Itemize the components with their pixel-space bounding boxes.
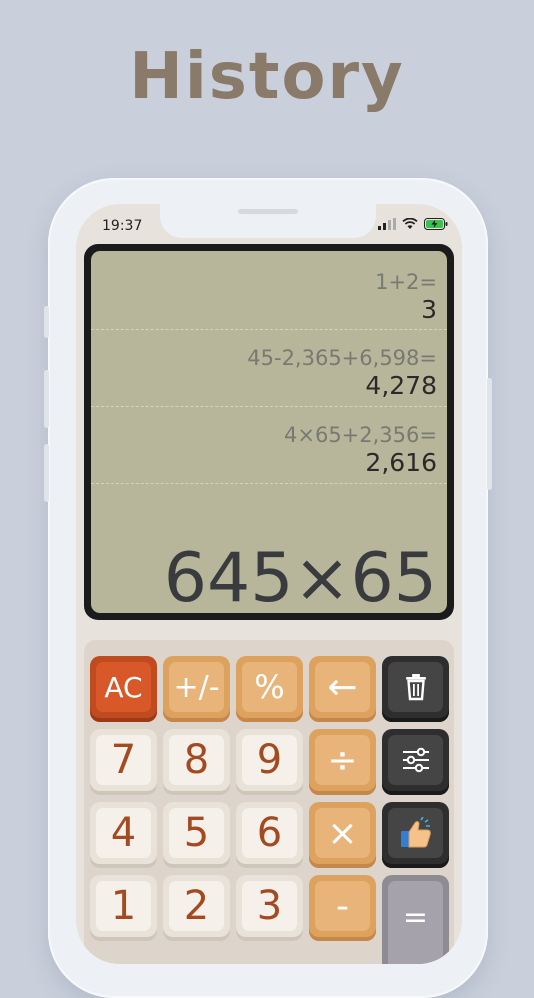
sliders-icon: [402, 747, 429, 773]
history-expression: 4×65+2,356=: [284, 423, 437, 447]
history-expression: 1+2=: [375, 270, 437, 294]
minus-label: -: [315, 881, 370, 931]
digit-label: 3: [242, 881, 297, 931]
lcd-display: 1+2= 3 45-2,365+6,598= 4,278 4×65+2,356=…: [91, 251, 447, 613]
status-icons: [378, 218, 448, 230]
multiply-button[interactable]: ×: [309, 802, 376, 868]
rate-app-button[interactable]: [382, 802, 449, 868]
clear-button[interactable]: AC: [90, 656, 157, 722]
keypad: AC +/- % ← 7 8 9 ÷ 4 5 6 × 1 2 3 - =: [84, 640, 454, 964]
current-expression: 645×65: [163, 539, 437, 614]
clear-button-label: AC: [96, 662, 151, 712]
backspace-label: ←: [315, 662, 370, 712]
history-result: 4,278: [365, 371, 437, 400]
divide-label: ÷: [315, 735, 370, 785]
digit-9-button[interactable]: 9: [236, 729, 303, 795]
digit-4-button[interactable]: 4: [90, 802, 157, 868]
history-result: 2,616: [365, 448, 437, 477]
minus-button[interactable]: -: [309, 875, 376, 941]
digit-label: 2: [169, 881, 224, 931]
plus-minus-label: +/-: [169, 662, 224, 712]
history-divider: [91, 329, 447, 330]
mute-switch: [44, 306, 49, 338]
settings-button[interactable]: [382, 729, 449, 795]
equals-button[interactable]: =: [382, 875, 449, 964]
display-frame: 1+2= 3 45-2,365+6,598= 4,278 4×65+2,356=…: [84, 244, 454, 620]
volume-up-button: [44, 370, 49, 428]
percent-label: %: [242, 662, 297, 712]
percent-button[interactable]: %: [236, 656, 303, 722]
battery-charging-icon: [424, 218, 448, 230]
power-button: [487, 378, 492, 490]
digit-1-button[interactable]: 1: [90, 875, 157, 941]
divide-button[interactable]: ÷: [309, 729, 376, 795]
history-result: 3: [421, 295, 437, 324]
digit-label: 6: [242, 808, 297, 858]
digit-label: 5: [169, 808, 224, 858]
volume-down-button: [44, 444, 49, 502]
speaker-grille: [238, 209, 298, 214]
digit-6-button[interactable]: 6: [236, 802, 303, 868]
digit-2-button[interactable]: 2: [163, 875, 230, 941]
history-entry[interactable]: 4×65+2,356= 2,616: [91, 422, 447, 478]
digit-8-button[interactable]: 8: [163, 729, 230, 795]
history-expression: 45-2,365+6,598=: [247, 346, 437, 370]
digit-label: 4: [96, 808, 151, 858]
backspace-button[interactable]: ←: [309, 656, 376, 722]
trash-icon: [405, 674, 426, 701]
digit-label: 8: [169, 735, 224, 785]
digit-label: 1: [96, 881, 151, 931]
digit-5-button[interactable]: 5: [163, 802, 230, 868]
history-entry[interactable]: 1+2= 3: [91, 269, 447, 325]
notch: [160, 204, 376, 238]
equals-label: =: [388, 881, 443, 964]
history-divider: [91, 483, 447, 484]
multiply-label: ×: [315, 808, 370, 858]
status-time: 19:37: [102, 218, 143, 234]
signal-icon: [378, 218, 396, 230]
thumbs-up-icon: [400, 817, 431, 848]
digit-label: 9: [242, 735, 297, 785]
digit-7-button[interactable]: 7: [90, 729, 157, 795]
history-divider: [91, 406, 447, 407]
history-entry[interactable]: 45-2,365+6,598= 4,278: [91, 345, 447, 401]
digit-label: 7: [96, 735, 151, 785]
wifi-icon: [402, 218, 418, 229]
clear-history-button[interactable]: [382, 656, 449, 722]
phone-screen: 19:37 1+2= 3 45-2,365+6,598= 4,278 4×65+…: [76, 204, 462, 964]
digit-3-button[interactable]: 3: [236, 875, 303, 941]
page-headline: History: [129, 40, 405, 114]
plus-minus-button[interactable]: +/-: [163, 656, 230, 722]
